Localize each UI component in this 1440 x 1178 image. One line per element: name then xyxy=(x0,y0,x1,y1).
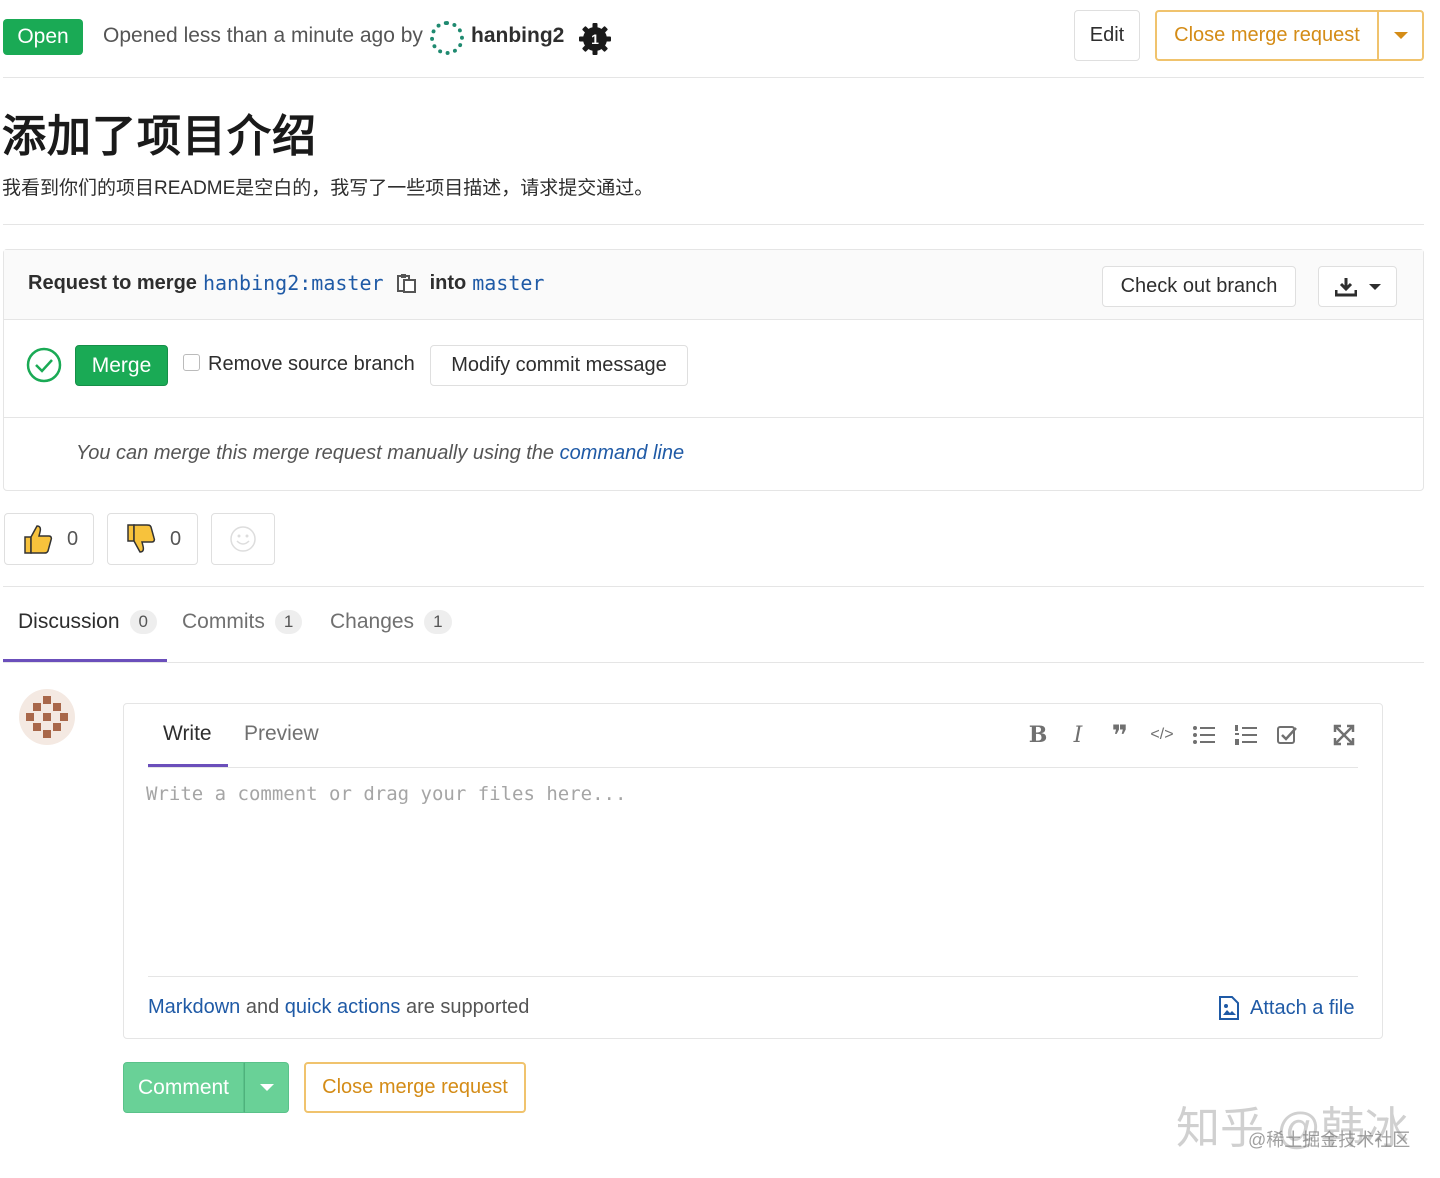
file-image-icon xyxy=(1219,996,1239,1020)
request-prefix: Request to merge xyxy=(28,271,197,294)
svg-text:1: 1 xyxy=(591,31,599,47)
thumbsup-award-button[interactable]: 0 xyxy=(4,513,94,565)
tab-discussion[interactable]: Discussion 0 xyxy=(18,610,158,634)
manual-merge-label: You can merge this merge request manuall… xyxy=(76,442,555,464)
merge-request-branches: Request to merge hanbing2:master into ma… xyxy=(28,271,544,295)
bold-icon[interactable]: B xyxy=(1024,721,1052,749)
tab-write[interactable]: Write xyxy=(163,722,212,746)
merge-button[interactable]: Merge xyxy=(75,345,168,386)
close-merge-request-bottom-button[interactable]: Close merge request xyxy=(304,1062,526,1113)
download-icon xyxy=(1334,277,1357,296)
author-avatar[interactable] xyxy=(430,21,464,55)
tab-count: 1 xyxy=(424,610,452,634)
attach-file-button[interactable]: Attach a file xyxy=(1218,996,1355,1020)
quote-icon[interactable]: ❞ xyxy=(1106,720,1134,751)
tab-changes[interactable]: Changes 1 xyxy=(330,610,452,634)
thumbsdown-icon xyxy=(127,524,156,553)
modify-commit-message-button[interactable]: Modify commit message xyxy=(430,345,688,386)
thumbsup-icon xyxy=(24,525,53,554)
comment-button[interactable]: Comment xyxy=(123,1062,244,1113)
command-line-link[interactable]: command line xyxy=(560,442,685,464)
manual-merge-text: You can merge this merge request manuall… xyxy=(76,442,684,465)
italic-icon[interactable]: I xyxy=(1064,721,1092,749)
mr-description: 我看到你们的项目README是空白的，我写了一些项目描述，请求提交通过。 xyxy=(2,178,654,199)
user-avatar[interactable] xyxy=(18,688,76,746)
description-divider xyxy=(3,224,1424,225)
opened-text: Opened less than a minute ago by xyxy=(103,24,423,47)
copy-icon[interactable] xyxy=(396,272,418,294)
fullscreen-icon[interactable] xyxy=(1330,721,1358,749)
watermark-juejin: @稀土掘金技术社区 xyxy=(1248,1130,1411,1150)
remove-source-branch-label[interactable]: Remove source branch xyxy=(208,353,415,376)
target-branch-link[interactable]: master xyxy=(472,271,544,295)
markdown-help-text: Markdown and quick actions are supported xyxy=(148,996,529,1019)
editor-header-divider xyxy=(148,767,1358,768)
success-check-icon xyxy=(26,347,62,383)
chevron-down-icon xyxy=(1393,32,1408,39)
tab-count: 0 xyxy=(129,610,158,634)
comment-dropdown-toggle[interactable] xyxy=(244,1062,289,1113)
attach-file-label: Attach a file xyxy=(1250,996,1355,1019)
editor-footer-divider xyxy=(148,976,1358,977)
thumbsdown-count: 0 xyxy=(170,527,182,550)
download-dropdown-button[interactable] xyxy=(1318,266,1397,307)
chevron-down-icon xyxy=(1368,283,1381,290)
tab-label: Discussion xyxy=(18,610,120,633)
comment-input[interactable] xyxy=(146,783,1358,973)
source-branch-link[interactable]: hanbing2:master xyxy=(203,271,384,295)
tab-label: Commits xyxy=(182,610,265,633)
add-reaction-button[interactable] xyxy=(211,513,275,565)
thumbsdown-award-button[interactable]: 0 xyxy=(107,513,198,565)
tabs-divider xyxy=(3,662,1424,663)
quick-actions-link[interactable]: quick actions xyxy=(285,996,401,1018)
and-text: and xyxy=(245,996,280,1018)
bullet-list-icon[interactable] xyxy=(1190,721,1218,749)
task-list-icon[interactable] xyxy=(1274,721,1302,749)
tab-count: 1 xyxy=(274,610,303,634)
smiley-icon xyxy=(230,526,256,552)
tab-commits[interactable]: Commits 1 xyxy=(182,610,303,634)
close-merge-request-button[interactable]: Close merge request xyxy=(1155,10,1379,61)
into-text: into xyxy=(429,271,467,294)
tab-preview[interactable]: Preview xyxy=(244,722,319,746)
code-icon[interactable]: </> xyxy=(1148,721,1176,749)
status-badge: Open xyxy=(3,19,83,55)
edit-button[interactable]: Edit xyxy=(1074,10,1140,61)
thumbsup-count: 0 xyxy=(67,527,79,550)
check-out-branch-button[interactable]: Check out branch xyxy=(1102,266,1296,307)
author-name-link[interactable]: hanbing2 xyxy=(471,24,564,48)
markdown-link[interactable]: Markdown xyxy=(148,996,240,1018)
widget-divider xyxy=(4,417,1423,418)
numbered-list-icon[interactable] xyxy=(1232,721,1260,749)
supported-text: are supported xyxy=(405,996,530,1018)
chevron-down-icon xyxy=(259,1084,274,1091)
header-divider xyxy=(3,77,1424,78)
tab-label: Changes xyxy=(330,610,415,633)
page-title: 添加了项目介绍 xyxy=(2,112,317,161)
close-dropdown-toggle[interactable] xyxy=(1377,10,1424,61)
gear-badge-icon: 1 xyxy=(579,23,611,55)
awards-divider xyxy=(3,586,1424,587)
remove-source-branch-checkbox[interactable] xyxy=(183,354,200,371)
